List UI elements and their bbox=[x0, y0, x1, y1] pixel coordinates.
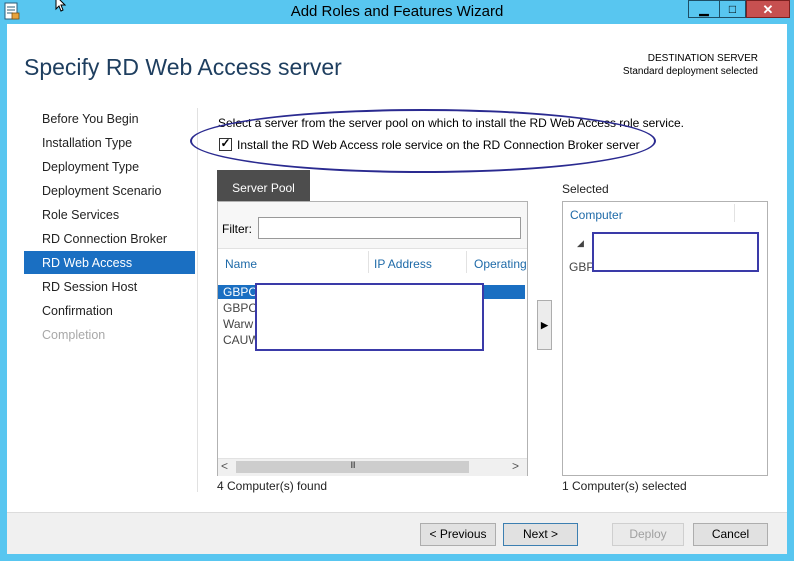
nav-item-before-you-begin[interactable]: Before You Begin bbox=[42, 112, 139, 126]
nav-item-rd-web-access[interactable]: RD Web Access bbox=[42, 256, 132, 270]
add-server-button[interactable]: ▶ bbox=[537, 300, 552, 350]
computers-found-text: 4 Computer(s) found bbox=[217, 479, 328, 493]
minimize-icon: ▁ bbox=[699, 2, 709, 16]
destination-server-value: Standard deployment selected bbox=[622, 66, 758, 77]
tab-server-pool-label[interactable]: Server Pool bbox=[217, 181, 310, 195]
deploy-button: Deploy bbox=[612, 523, 684, 546]
nav-item-role-services[interactable]: Role Services bbox=[42, 208, 119, 222]
destination-server-label: DESTINATION SERVER bbox=[647, 53, 758, 64]
column-header-name[interactable]: Name bbox=[225, 257, 257, 271]
computers-selected-text: 1 Computer(s) selected bbox=[562, 479, 687, 493]
column-header-ip-address[interactable]: IP Address bbox=[374, 257, 432, 271]
selected-panel-label: Selected bbox=[562, 182, 609, 196]
maximize-icon: □ bbox=[728, 2, 737, 16]
arrow-right-icon: ▶ bbox=[541, 320, 548, 330]
column-separator[interactable] bbox=[466, 251, 467, 273]
page-title: Specify RD Web Access server bbox=[24, 54, 342, 80]
minimize-button[interactable]: ▁ bbox=[688, 0, 720, 18]
nav-item-confirmation[interactable]: Confirmation bbox=[42, 304, 113, 318]
nav-item-completion: Completion bbox=[42, 328, 106, 342]
scroll-right-icon[interactable]: > bbox=[512, 459, 519, 473]
table-row[interactable]: Warw bbox=[223, 317, 253, 331]
filter-label: Filter: bbox=[222, 222, 252, 236]
column-separator[interactable] bbox=[368, 251, 369, 273]
annotation-ellipse bbox=[190, 109, 656, 173]
scrollbar-grip-icon: III bbox=[350, 460, 356, 470]
table-row[interactable]: GBPC bbox=[223, 285, 257, 299]
scroll-left-icon[interactable]: < bbox=[221, 459, 228, 473]
nav-item-rd-connection-broker[interactable]: RD Connection Broker bbox=[42, 232, 167, 246]
close-icon: ✕ bbox=[762, 2, 774, 17]
nav-item-deployment-scenario[interactable]: Deployment Scenario bbox=[42, 184, 162, 198]
cancel-button[interactable]: Cancel bbox=[693, 523, 768, 546]
maximize-button[interactable]: □ bbox=[719, 0, 746, 18]
expand-arrow-icon[interactable]: ◢ bbox=[577, 238, 584, 249]
filter-input[interactable] bbox=[258, 217, 521, 239]
column-separator[interactable] bbox=[734, 204, 735, 222]
column-header-operating-system[interactable]: Operating bbox=[474, 257, 527, 271]
nav-item-deployment-type[interactable]: Deployment Type bbox=[42, 160, 139, 174]
next-button[interactable]: Next > bbox=[503, 523, 578, 546]
redaction-box bbox=[255, 283, 484, 351]
previous-button[interactable]: < Previous bbox=[420, 523, 496, 546]
redaction-box bbox=[592, 232, 759, 272]
window-title: Add Roles and Features Wizard bbox=[290, 3, 504, 20]
close-button[interactable]: ✕ bbox=[746, 0, 790, 18]
nav-divider bbox=[197, 108, 198, 492]
nav-item-rd-session-host[interactable]: RD Session Host bbox=[42, 280, 137, 294]
table-row[interactable]: GBPC bbox=[223, 301, 257, 315]
column-header-computer[interactable]: Computer bbox=[570, 208, 623, 222]
nav-item-installation-type[interactable]: Installation Type bbox=[42, 136, 132, 150]
